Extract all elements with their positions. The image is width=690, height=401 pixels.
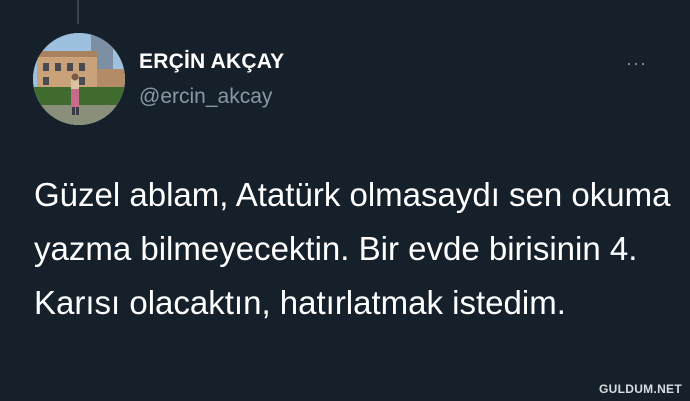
- watermark-label: GULDUM.NET: [599, 382, 682, 396]
- author-handle[interactable]: @ercin_akcay: [139, 85, 272, 109]
- avatar-photo: [33, 33, 125, 125]
- tweet-text: Güzel ablam, Atatürk olmasaydı sen okuma…: [34, 176, 671, 321]
- more-options-icon[interactable]: ···: [626, 54, 647, 72]
- avatar[interactable]: [33, 33, 125, 125]
- author-name[interactable]: ERÇİN AKÇAY: [139, 50, 284, 74]
- thread-connector-line: [77, 0, 79, 24]
